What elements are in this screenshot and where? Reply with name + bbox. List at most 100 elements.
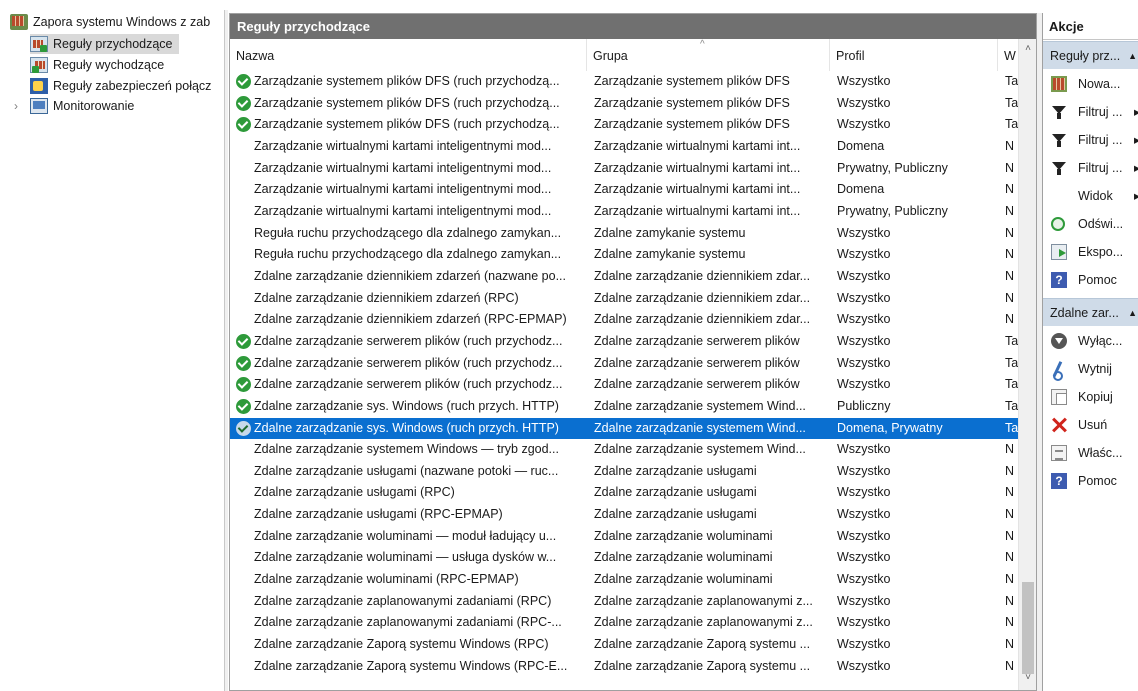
collapse-icon[interactable]: ▲ — [1128, 42, 1137, 70]
action-item[interactable]: Kopiuj — [1043, 383, 1138, 411]
rule-group-cell: Zdalne zarządzanie serwerem plików — [594, 355, 800, 370]
scroll-down-icon[interactable]: ˅ — [1019, 672, 1037, 688]
action-item[interactable]: Wyłąc... — [1043, 327, 1138, 355]
table-row[interactable]: Zarządzanie wirtualnymi kartami intelige… — [230, 179, 1018, 201]
rule-group-cell: Zdalne zarządzanie zaplanowanymi z... — [594, 615, 813, 630]
action-item-label: Filtruj ... — [1078, 105, 1123, 119]
left-splitter[interactable] — [224, 10, 228, 691]
table-row[interactable]: Zdalne zarządzanie sys. Windows (ruch pr… — [230, 396, 1018, 418]
rule-enabled-cell: N — [1005, 507, 1015, 522]
action-item[interactable]: Ekspo... — [1043, 238, 1138, 266]
rule-name-cell: Reguła ruchu przychodzącego dla zdalnego… — [254, 225, 562, 240]
submenu-arrow-icon: ▸ — [1134, 126, 1138, 154]
tree-root-firewall[interactable]: Zapora systemu Windows z zab — [10, 12, 210, 32]
rule-name-cell: Zdalne zarządzanie Zaporą systemu Window… — [254, 658, 568, 673]
column-header-w[interactable]: W — [998, 39, 1018, 71]
action-item[interactable]: Usuń — [1043, 411, 1138, 439]
table-row[interactable]: Zarządzanie systemem plików DFS (ruch pr… — [230, 114, 1018, 136]
enabled-check-icon — [236, 377, 251, 393]
help-icon: ? — [1051, 473, 1067, 489]
rule-profile-cell: Domena, Prywatny — [837, 420, 943, 435]
action-item[interactable]: Filtruj ... ▸ — [1043, 154, 1138, 182]
rule-group-cell: Zarządzanie wirtualnymi kartami int... — [594, 138, 801, 153]
rule-name-cell: Zdalne zarządzanie dziennikiem zdarzeń (… — [254, 312, 567, 327]
rule-name-cell: Zdalne zarządzanie usługami (RPC) — [254, 485, 455, 500]
table-row[interactable]: Reguła ruchu przychodzącego dla zdalnego… — [230, 223, 1018, 245]
action-item-label: Ekspo... — [1078, 245, 1124, 259]
table-row[interactable]: Zdalne zarządzanie usługami (RPC) Zdalne … — [230, 482, 1018, 504]
action-item[interactable]: Widok ▸ — [1043, 182, 1138, 210]
action-item[interactable]: ? Pomoc — [1043, 266, 1138, 294]
table-row[interactable]: Zdalne zarządzanie zaplanowanymi zadania… — [230, 591, 1018, 613]
table-row[interactable]: Zdalne zarządzanie dziennikiem zdarzeń (… — [230, 266, 1018, 288]
table-row[interactable]: Zdalne zarządzanie Zaporą systemu Window… — [230, 656, 1018, 678]
action-item[interactable]: Odświ... — [1043, 210, 1138, 238]
action-item-label: Właśc... — [1078, 446, 1123, 460]
rule-enabled-cell: N — [1005, 203, 1015, 218]
table-row[interactable]: Zdalne zarządzanie zaplanowanymi zadania… — [230, 612, 1018, 634]
action-item[interactable]: Wytnij — [1043, 355, 1138, 383]
rule-enabled-cell: N — [1005, 593, 1015, 608]
table-row[interactable]: Zdalne zarządzanie woluminami — moduł ła… — [230, 526, 1018, 548]
actions-section-header[interactable]: Zdalne zar... ▲ — [1043, 298, 1138, 326]
column-header-group[interactable]: Grupa — [587, 39, 830, 71]
tree-item-outbound-rules[interactable]: Reguły wychodzące — [30, 55, 164, 75]
rule-group-cell: Zarządzanie systemem plików DFS — [594, 74, 790, 88]
table-row[interactable]: Zdalne zarządzanie sys. Windows (ruch pr… — [230, 417, 1018, 440]
rule-name-cell: Zdalne zarządzanie zaplanowanymi zadania… — [254, 593, 552, 608]
table-row[interactable]: Zarządzanie wirtualnymi kartami intelige… — [230, 158, 1018, 180]
table-row[interactable]: Reguła ruchu przychodzącego dla zdalnego… — [230, 244, 1018, 266]
rule-enabled-cell: Ta — [1005, 398, 1018, 413]
table-row[interactable]: Zdalne zarządzanie woluminami — usługa d… — [230, 547, 1018, 569]
table-row[interactable]: Zdalne zarządzanie usługami (RPC-EPMAP) Z… — [230, 504, 1018, 526]
actions-section-header[interactable]: Reguły prz... ▲ — [1043, 41, 1138, 69]
tree-item-monitoring[interactable]: Monitorowanie — [30, 96, 134, 116]
table-row[interactable]: Zarządzanie systemem plików DFS (ruch pr… — [230, 71, 1018, 93]
rule-profile-cell: Prywatny, Publiczny — [837, 160, 948, 175]
table-row[interactable]: Zdalne zarządzanie usługami (nazwane pot… — [230, 461, 1018, 483]
scroll-up-icon[interactable]: ˄ — [1019, 43, 1037, 59]
action-item[interactable]: Właśc... — [1043, 439, 1138, 467]
rule-group-cell: Zdalne zamykanie systemu — [594, 225, 746, 240]
column-header-name[interactable]: Nazwa — [230, 39, 587, 71]
disable-rule-icon — [1051, 333, 1067, 349]
action-item[interactable]: Nowa... — [1043, 70, 1138, 98]
tree-item-connection-security-rules[interactable]: Reguły zabezpieczeń połącz — [30, 76, 211, 96]
table-row[interactable]: Zarządzanie wirtualnymi kartami intelige… — [230, 136, 1018, 158]
table-row[interactable]: Zdalne zarządzanie serwerem plików (ruch… — [230, 331, 1018, 353]
table-row[interactable]: Zarządzanie wirtualnymi kartami intelige… — [230, 201, 1018, 223]
rule-enabled-cell: N — [1005, 485, 1015, 500]
table-row[interactable]: Zdalne zarządzanie dziennikiem zdarzeń (… — [230, 288, 1018, 310]
action-item[interactable]: Filtruj ... ▸ — [1043, 98, 1138, 126]
table-row[interactable]: Zdalne zarządzanie systemem Windows — tr… — [230, 439, 1018, 461]
action-item[interactable]: Filtruj ... ▸ — [1043, 126, 1138, 154]
rule-profile-cell: Wszystko — [837, 528, 891, 543]
scroll-thumb[interactable] — [1022, 582, 1034, 674]
tree-item-label: Reguły wychodzące — [53, 58, 165, 72]
action-item[interactable]: ? Pomoc — [1043, 467, 1138, 495]
table-row[interactable]: Zdalne zarządzanie Zaporą systemu Window… — [230, 634, 1018, 656]
table-row[interactable]: Zdalne zarządzanie serwerem plików (ruch… — [230, 374, 1018, 396]
filter-icon — [1051, 132, 1067, 148]
tree-item-inbound-rules[interactable]: Reguły przychodzące — [30, 34, 179, 54]
help-icon: ? — [1051, 272, 1067, 288]
enabled-check-icon — [236, 355, 251, 371]
rule-profile-cell: Wszystko — [837, 463, 891, 478]
table-row[interactable]: Zarządzanie systemem plików DFS (ruch pr… — [230, 93, 1018, 115]
collapse-icon[interactable]: ▲ — [1128, 299, 1137, 327]
enabled-check-icon — [236, 398, 251, 414]
rule-profile-cell: Wszystko — [837, 637, 891, 652]
rule-enabled-cell: N — [1005, 268, 1015, 283]
rule-group-cell: Zarządzanie systemem plików DFS — [594, 117, 790, 132]
vertical-scrollbar[interactable]: ˄ ˅ — [1018, 39, 1036, 690]
chevron-right-icon[interactable]: › — [14, 96, 18, 116]
enabled-check-icon — [236, 420, 251, 436]
rule-name-cell: Zdalne zarządzanie systemem Windows — tr… — [254, 442, 559, 457]
table-row[interactable]: Zdalne zarządzanie serwerem plików (ruch… — [230, 353, 1018, 375]
table-row[interactable]: Zdalne zarządzanie dziennikiem zdarzeń (… — [230, 309, 1018, 331]
rule-enabled-cell: N — [1005, 528, 1015, 543]
rule-name-cell: Zarządzanie systemem plików DFS (ruch pr… — [254, 117, 560, 132]
tree-item-label: Reguły przychodzące — [53, 37, 173, 51]
table-row[interactable]: Zdalne zarządzanie woluminami (RPC-EPMAP… — [230, 569, 1018, 591]
column-header-profile[interactable]: Profil — [830, 39, 998, 71]
